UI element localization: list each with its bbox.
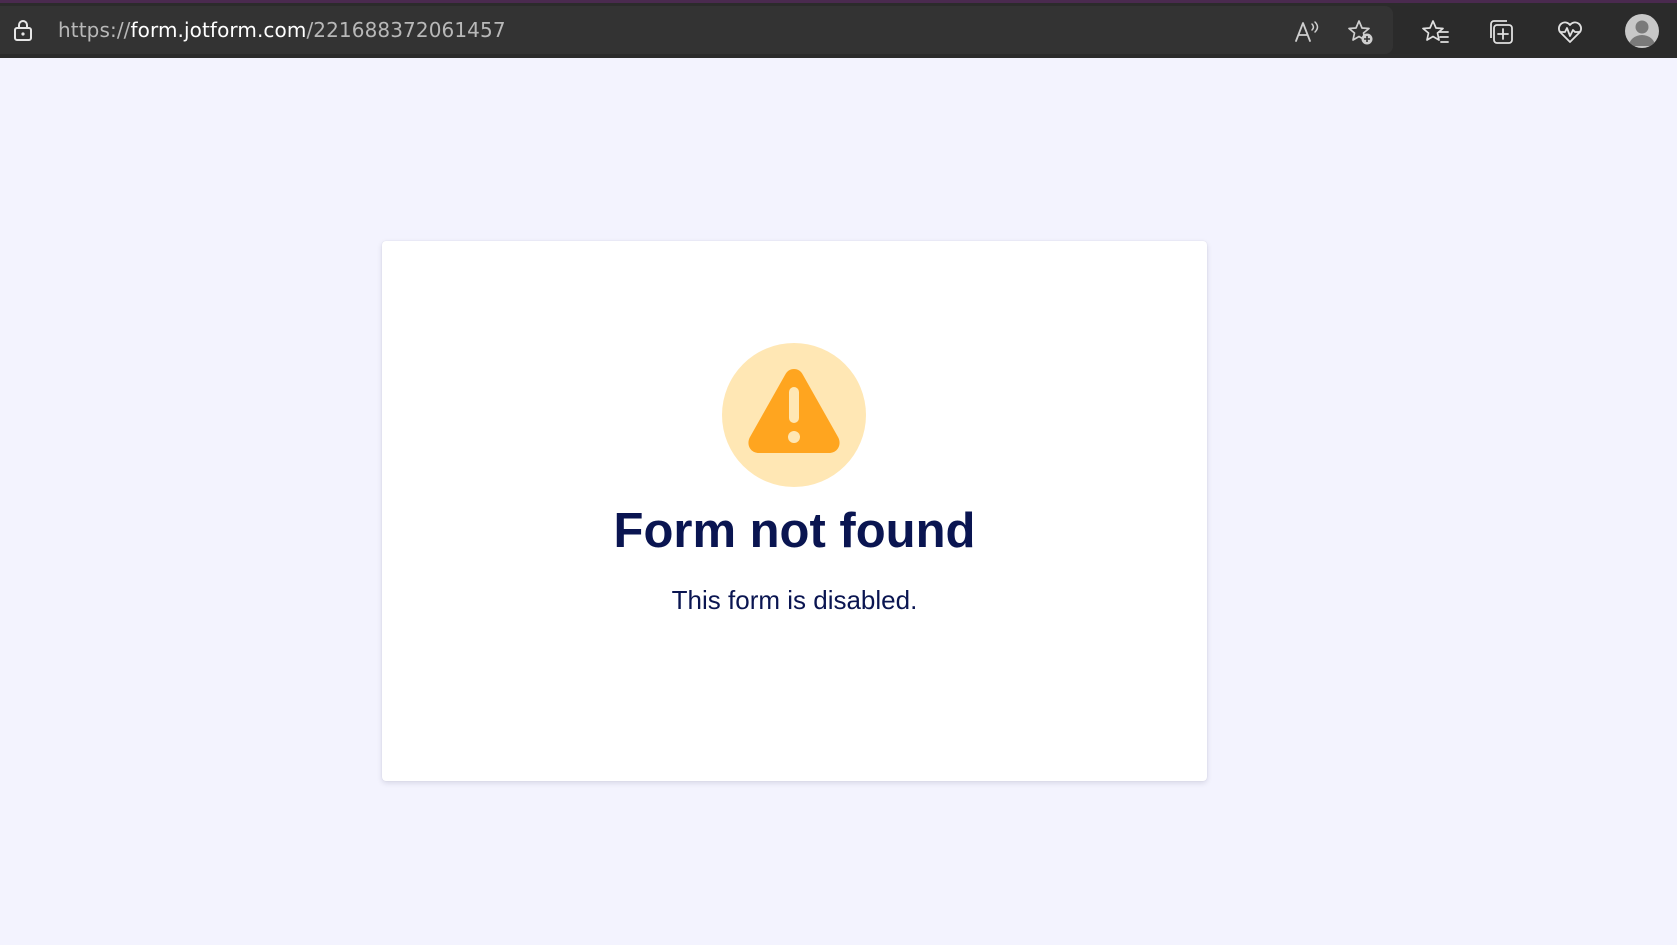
address-bar[interactable]: https://form.jotform.com/221688372061457 <box>0 6 1393 54</box>
url-scheme: https:// <box>58 18 131 42</box>
favorites-icon[interactable] <box>1422 18 1450 46</box>
browser-essentials-icon[interactable] <box>1556 18 1584 46</box>
lock-icon[interactable] <box>12 19 34 41</box>
browser-toolbar: https://form.jotform.com/221688372061457 <box>0 0 1677 58</box>
page-content: Form not found This form is disabled. <box>0 58 1677 945</box>
url-host: form.jotform.com <box>130 18 307 42</box>
url-text[interactable]: https://form.jotform.com/221688372061457 <box>58 18 506 42</box>
read-aloud-icon[interactable] <box>1292 18 1320 46</box>
error-message: This form is disabled. <box>671 585 918 615</box>
warning-icon <box>722 343 866 487</box>
collections-icon[interactable] <box>1488 18 1516 46</box>
profile-icon[interactable] <box>1625 14 1659 48</box>
page-title: Form not found <box>613 504 976 558</box>
add-favorite-icon[interactable] <box>1346 18 1374 46</box>
url-path: /221688372061457 <box>306 18 506 42</box>
error-card: Form not found This form is disabled. <box>382 241 1207 781</box>
